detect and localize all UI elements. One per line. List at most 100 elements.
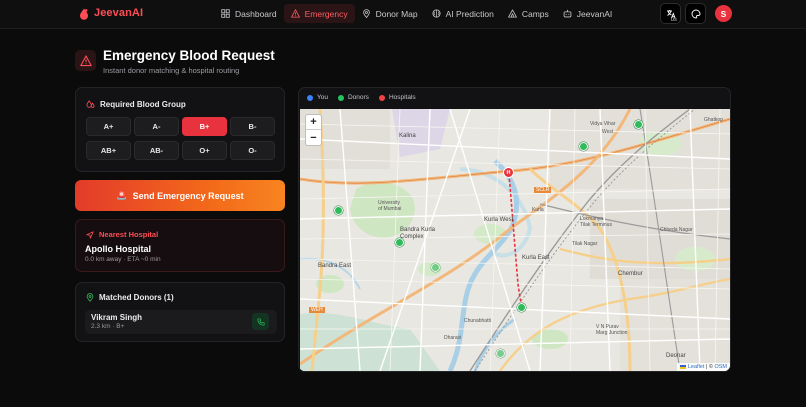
nav-item-dashboard[interactable]: Dashboard: [214, 4, 284, 23]
nav-actions: US S: [660, 3, 732, 24]
map-label-kurla-east: Kurla East: [522, 255, 550, 261]
map-label-chheda-nagar: Chheda Nagar: [660, 227, 693, 233]
tent-icon: [507, 9, 517, 18]
zoom-in-button[interactable]: +: [306, 115, 321, 130]
map-label-chembur: Chembur: [618, 271, 643, 277]
legend-label: You: [317, 94, 328, 101]
map-label-kalina: Kalina: [399, 133, 416, 139]
map-label-kurla-west: Kurla West: [484, 217, 514, 223]
legend-label: Hospitals: [388, 94, 416, 101]
donor-marker[interactable]: [496, 349, 505, 358]
brain-icon: [432, 9, 441, 18]
leaflet-map[interactable]: Kalina Vidya Vihar West Ghatkop Universi…: [300, 109, 730, 371]
blood-group-option-b-pos[interactable]: B+: [182, 117, 227, 136]
donor-distance-group: 2.3 km · B+: [91, 323, 125, 330]
map-label-bandra-kurla-complex: Bandra Kurla Complex: [400, 227, 436, 240]
map-card: You Donors Hospitals Kalina Vidya Vihar …: [298, 87, 731, 372]
top-navbar: JeevanAI Dashboard Emergency Donor Map A…: [0, 0, 806, 29]
map-label-dharavi: Dharavi: [444, 335, 462, 341]
legend-item-you: You: [307, 94, 328, 101]
brand-name: JeevanAI: [94, 7, 144, 19]
nav-item-donor-map[interactable]: Donor Map: [355, 4, 425, 23]
blood-group-heading-text: Required Blood Group: [100, 100, 186, 109]
donor-name: Vikram Singh: [91, 313, 142, 322]
map-label-ghatkopar: Ghatkop: [704, 117, 723, 123]
attribution-separator: | ©: [705, 364, 713, 370]
nav-item-jeevanai[interactable]: JeevanAI: [556, 4, 619, 23]
language-button[interactable]: US: [660, 3, 681, 24]
hospital-marker[interactable]: H: [503, 167, 514, 178]
hospital-name: Apollo Hospital: [85, 244, 151, 254]
blood-group-option-ab-neg[interactable]: AB-: [134, 141, 179, 160]
nav-links: Dashboard Emergency Donor Map AI Predict…: [214, 4, 619, 23]
legend-item-hospitals: Hospitals: [378, 94, 416, 101]
legend-dot-hospitals: [378, 94, 385, 101]
donor-list-item[interactable]: Vikram Singh 2.3 km · B+: [85, 310, 277, 334]
matched-donors-card: Matched Donors (1) Vikram Singh 2.3 km ·…: [75, 282, 285, 342]
droplets-icon: [86, 100, 95, 108]
donor-marker[interactable]: [334, 206, 343, 215]
map-label-west: West: [602, 129, 614, 135]
flag-icon: [680, 364, 687, 369]
leaflet-link[interactable]: Leaflet: [688, 364, 705, 370]
map-label-lokmanya-tilak: Lokmanya Tilak Terminus: [580, 216, 612, 228]
map-label-university: University of Mumbai: [378, 200, 402, 212]
nav-label: Camps: [521, 8, 549, 19]
matched-donors-heading-text: Matched Donors (1): [99, 293, 174, 302]
map-label-vidya-vihar: Vidya Vihar: [590, 121, 616, 127]
zoom-out-button[interactable]: −: [306, 130, 321, 145]
donor-marker[interactable]: [395, 238, 404, 247]
map-tiles: [300, 109, 730, 371]
map-legend: You Donors Hospitals: [307, 94, 416, 101]
blood-group-option-a-pos[interactable]: A+: [86, 117, 131, 136]
map-label-vn-purav: V N Purav Marg Junction: [596, 324, 628, 336]
blood-group-option-a-neg[interactable]: A-: [134, 117, 179, 136]
nearest-hospital-heading-text: Nearest Hospital: [99, 230, 159, 239]
blood-group-option-o-neg[interactable]: O-: [230, 141, 275, 160]
send-emergency-request-button[interactable]: 🚨 Send Emergency Request: [75, 180, 285, 211]
osm-link[interactable]: OSM: [714, 364, 727, 370]
blood-group-option-b-neg[interactable]: B-: [230, 117, 275, 136]
legend-item-donors: Donors: [337, 94, 369, 101]
nav-label: AI Prediction: [445, 8, 494, 19]
nav-item-ai-prediction[interactable]: AI Prediction: [425, 4, 501, 23]
hospital-distance-eta: 0.0 km away · ETA ~0 min: [85, 256, 161, 263]
legend-dot-donors: [337, 94, 344, 101]
theme-toggle-button[interactable]: [685, 3, 706, 24]
page-title: Emergency Blood Request: [103, 48, 275, 63]
blood-group-options: A+ A- B+ B- AB+ AB- O+ O-: [86, 117, 275, 160]
map-attribution: Leaflet | © OSM: [677, 363, 730, 371]
map-label-chunabhatti: Chunabhatti: [464, 318, 491, 324]
nearest-hospital-heading: Nearest Hospital: [86, 230, 158, 239]
blood-drop-logo-icon: [79, 7, 89, 20]
siren-icon: 🚨: [116, 190, 128, 200]
map-label-sclr: SCLR: [534, 187, 552, 193]
legend-label: Donors: [347, 94, 369, 101]
donor-marker[interactable]: [517, 303, 526, 312]
alert-triangle-icon: [290, 9, 300, 18]
nav-label: Dashboard: [235, 8, 277, 19]
alert-triangle-icon: [79, 54, 92, 66]
donor-marker[interactable]: [579, 142, 588, 151]
donor-marker[interactable]: [634, 120, 643, 129]
map-pin-icon: [362, 9, 370, 18]
brand[interactable]: JeevanAI: [79, 7, 144, 20]
call-donor-button[interactable]: [252, 313, 269, 330]
map-pin-icon: [86, 293, 94, 302]
palette-icon: [691, 9, 700, 18]
matched-donors-heading: Matched Donors (1): [86, 293, 174, 302]
donor-marker[interactable]: [431, 263, 440, 272]
map-zoom-control: + −: [305, 114, 322, 146]
blood-group-option-o-pos[interactable]: O+: [182, 141, 227, 160]
legend-dot-you: [307, 94, 313, 101]
map-label-weh: WEH: [309, 307, 325, 313]
blood-group-heading: Required Blood Group: [86, 100, 186, 109]
user-avatar[interactable]: S: [715, 5, 732, 22]
nav-item-emergency[interactable]: Emergency: [283, 4, 355, 23]
nav-label: Emergency: [304, 8, 348, 19]
emergency-header-icon-box: [75, 50, 96, 71]
map-label-tilak-nagar: Tilak Nagar: [572, 241, 598, 247]
blood-group-option-ab-pos[interactable]: AB+: [86, 141, 131, 160]
map-label-deonar: Deonar: [666, 353, 686, 359]
nav-item-camps[interactable]: Camps: [501, 4, 556, 23]
